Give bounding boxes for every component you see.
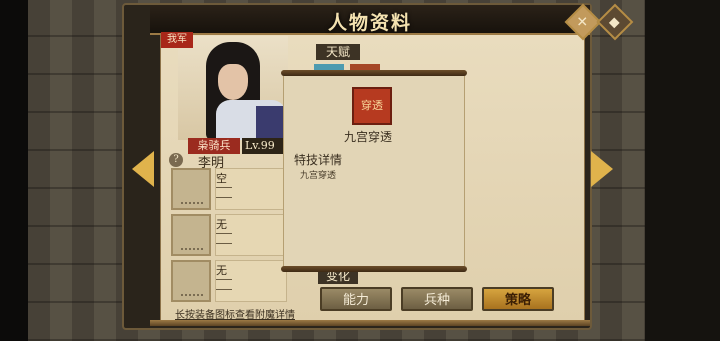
equipment-name: 空 [216,172,227,185]
equipment-icon-frame[interactable] [171,168,211,210]
right-edge [645,0,720,341]
equipment-hint-link[interactable]: 长按装备图标查看附魔详情 [175,306,295,321]
equipment-name: 无 [216,218,227,231]
talent-section-label: 天赋 [316,44,360,60]
equipment-info: 无 [215,260,287,302]
equipment-icon-frame[interactable] [171,260,211,302]
equipment-stat-line [216,187,232,188]
title-bar: 人物资料 [150,5,590,35]
equipment-slot-2[interactable]: 无 [171,214,291,256]
equipment-name: 无 [216,264,227,277]
camp-badge: 我军 [161,32,193,48]
left-edge [0,0,28,341]
skill-name: 九宫穿透 [344,130,393,144]
scroll-rod-top [281,70,467,76]
tab-strategy[interactable]: 策略 [482,287,554,311]
skill-detail-body: 九宫穿透 [300,171,337,181]
equipment-stat-line [216,243,232,244]
equipment-stat-line [216,197,232,198]
equipment-icon-frame[interactable] [171,214,211,256]
skill-detail-heading: 特技详情 [294,153,343,167]
equipment-info: 空 [215,168,287,210]
left-arrow-icon[interactable] [132,151,154,187]
equipment-slot-3[interactable]: 无 [171,260,291,302]
equipment-stat-line [216,233,232,234]
equipment-slot-1[interactable]: 空 [171,168,291,210]
bottom-rail [150,320,590,326]
right-arrow-icon[interactable] [591,151,613,187]
skill-icon: 穿透 [352,87,392,125]
help-icon[interactable]: ? [169,153,183,167]
hero-portrait [178,36,288,140]
equipment-stat-line [216,289,232,290]
equipment-stat-line [216,279,232,280]
page-title: 人物资料 [327,12,412,34]
portrait-face [218,64,248,100]
tab-ability[interactable]: 能力 [320,287,392,311]
corner-buttons: ✕ ◆ [564,3,636,41]
equipment-info: 无 [215,214,287,256]
diamond-icon[interactable]: ◆ [596,3,634,41]
hero-level: Lv.99 [242,138,286,154]
scroll-rod-bottom [281,266,467,272]
tab-troop[interactable]: 兵种 [401,287,473,311]
